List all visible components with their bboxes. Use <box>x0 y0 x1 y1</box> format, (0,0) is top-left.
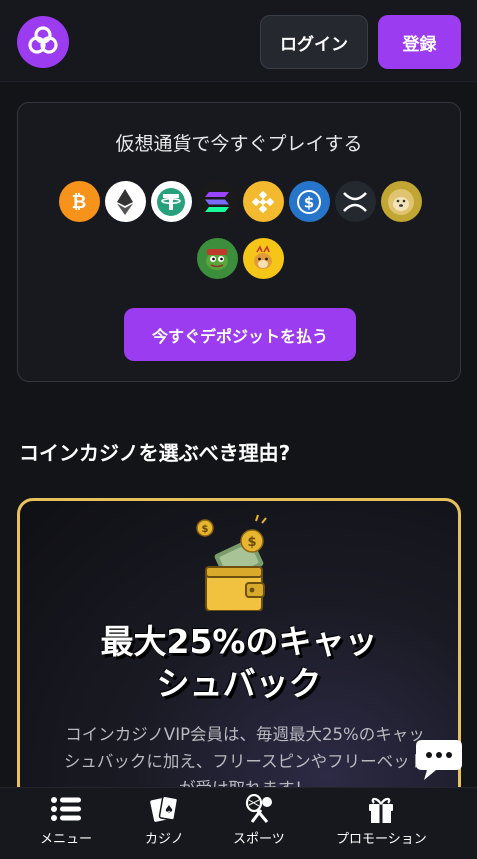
svg-text:$: $ <box>304 193 314 211</box>
nav-menu[interactable]: メニュー <box>40 794 92 847</box>
nav-menu-label: メニュー <box>40 832 93 847</box>
playing-cards-icon: ♠ <box>146 794 182 824</box>
binance-icon <box>242 181 284 222</box>
ethereum-icon <box>104 181 146 222</box>
solana-icon <box>196 181 238 222</box>
dogecoin-icon <box>380 181 422 222</box>
svg-text:♠: ♠ <box>164 803 174 816</box>
live-chat-icon[interactable] <box>414 734 464 782</box>
nav-promotions[interactable]: プロモーション <box>336 794 427 847</box>
wallet-coins-icon: $ $ <box>196 514 267 611</box>
cashback-heading-line1: 最大25%のキャッ <box>100 622 378 661</box>
bottom-navigation: メニュー ♠ カジノ スポーツ プロモーション <box>0 787 477 859</box>
coin-casino-logo-icon[interactable] <box>17 16 69 68</box>
usdc-icon: $ <box>288 181 330 222</box>
svg-text:$: $ <box>202 524 209 535</box>
svg-text:₿: ₿ <box>72 192 87 213</box>
login-button[interactable]: ログイン <box>260 15 368 69</box>
tether-icon <box>150 181 192 222</box>
cashback-description-line2: シュバックに加え、フリースピンやフリーベット <box>63 752 427 771</box>
nav-sports[interactable]: スポーツ <box>233 794 285 847</box>
cashback-promo-card[interactable]: $ $ 最大25%のキャッ シュバック コインカジノVIP会員は、毎週最大25%… <box>17 498 461 828</box>
cashback-heading-line2: シュバック <box>156 664 322 703</box>
register-button[interactable]: 登録 <box>378 15 461 69</box>
gift-icon <box>363 794 399 824</box>
bonk-icon <box>242 238 284 279</box>
crypto-coin-list: ₿ $ <box>40 181 440 279</box>
sports-rackets-icon <box>241 794 277 824</box>
crypto-card-title: 仮想通貨で今すぐプレイする <box>115 133 363 155</box>
cashback-description-line1: コインカジノVIP会員は、毎週最大25%のキャッ <box>65 725 425 744</box>
nav-casino[interactable]: ♠ カジノ <box>145 794 184 847</box>
nav-casino-label: カジノ <box>145 832 184 847</box>
top-header: ログイン 登録 <box>0 0 477 82</box>
nav-promotions-label: プロモーション <box>336 832 427 847</box>
why-choose-heading: コインカジノを選ぶべき理由? <box>19 441 291 465</box>
bitcoin-icon: ₿ <box>58 181 100 222</box>
pepe-icon <box>196 238 238 279</box>
nav-sports-label: スポーツ <box>233 832 285 847</box>
svg-text:$: $ <box>247 535 256 550</box>
menu-list-icon <box>48 794 84 824</box>
deposit-now-button[interactable]: 今すぐデポジットを払う <box>124 308 356 361</box>
xrp-icon <box>334 181 376 222</box>
cashback-heading: 最大25%のキャッ シュバック <box>20 621 458 705</box>
crypto-payment-card: 仮想通貨で今すぐプレイする ₿ $ 今すぐデポジットを払う <box>17 102 461 382</box>
